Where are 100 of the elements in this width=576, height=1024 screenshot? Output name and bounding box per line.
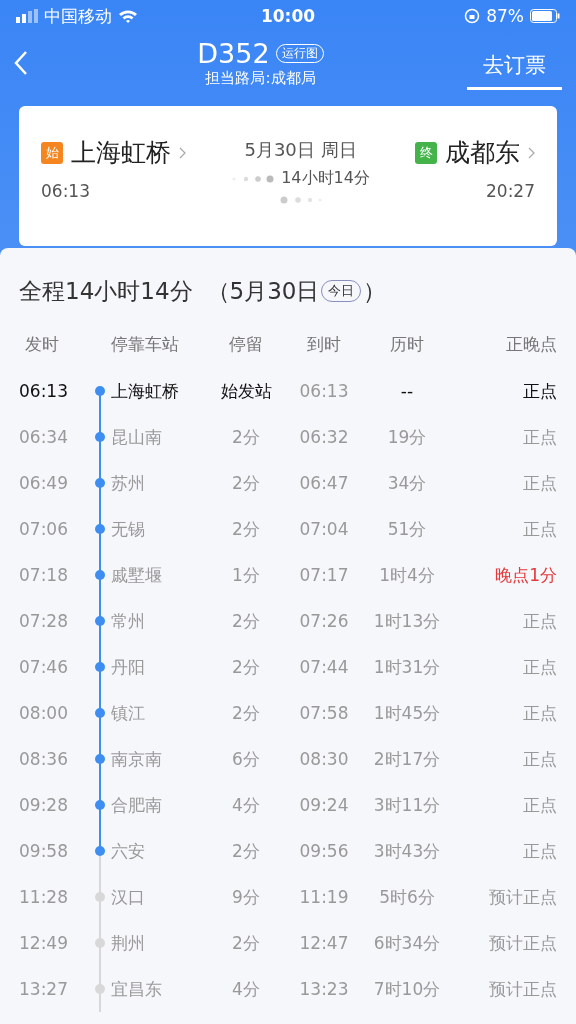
stop-cell-text: 2分 [231,701,261,725]
stop-cell-text: 2分 [231,471,261,495]
status-cell-text: 晚点1分 [494,563,557,587]
departure-cell-text: 06:49 [19,473,69,493]
stop-cell-text: 2分 [231,609,261,633]
stop-cell-text: 2分 [231,517,261,541]
departure-cell-text: 06:34 [19,427,69,447]
departure-cell-text: 07:06 [19,519,69,539]
back-icon[interactable] [14,50,28,76]
stop-cell-text: 4分 [231,793,261,817]
elapsed-cell-text: 3时43分 [372,839,442,863]
status-cell-text: 预计正点 [488,885,557,909]
terminal-tag: 终 [415,141,437,164]
bureau-label: 担当路局:成都局 [205,69,316,88]
departure-cell-text: 12:49 [19,933,69,953]
train-number: D352 [197,38,270,69]
stop-cell-text: 1分 [231,563,261,587]
departure-cell-text: 13:27 [19,979,69,999]
station-cell[interactable]: 上海虹桥 [111,379,211,403]
elapsed-cell-text: 51分 [386,517,428,541]
column-header: 停留 [228,332,264,356]
arrival-cell-text: 07:04 [298,519,350,539]
travel-duration: 14小时14分 [281,168,370,189]
stop-cell-text: 6分 [231,747,261,771]
date-label: （5月30日 [206,276,320,306]
dots-icon [231,173,276,184]
status-cell-text: 正点 [522,839,557,863]
elapsed-cell-text: 5时6分 [378,885,436,909]
column-header: 发时 [24,332,60,356]
column-header: 到时 [306,332,342,356]
status-cell-text: 正点 [522,425,557,449]
elapsed-cell-text: 7时10分 [372,977,442,1001]
status-cell-text: 正点 [522,609,557,633]
stop-cell-text: 4分 [231,977,261,1001]
elapsed-cell-text: 19分 [386,425,428,449]
departure-cell-text: 08:00 [19,703,69,723]
station-cell[interactable]: 苏州 [111,471,211,495]
departure-cell-text: 09:58 [19,841,69,861]
arrival-cell-text: 07:26 [298,611,350,631]
column-header: 停靠车站 [111,332,180,356]
elapsed-cell-text: 34分 [386,471,428,495]
origin-tag: 始 [41,141,63,164]
stop-cell-text: 2分 [231,931,261,955]
status-cell-text: 正点 [522,793,557,817]
terminal-station[interactable]: 成都东 [445,136,520,169]
station-cell[interactable]: 戚墅堰 [111,563,211,587]
station-cell[interactable]: 汉口 [111,885,211,909]
arrival-cell-text: 09:56 [298,841,350,861]
station-cell[interactable]: 宜昌东 [111,977,211,1001]
departure-cell-text: 07:28 [19,611,69,631]
stop-cell-text: 2分 [231,425,261,449]
rotation-lock-icon [464,8,481,24]
elapsed-cell-text: 1时13分 [372,609,442,633]
status-cell-text: 正点 [522,701,557,725]
column-header: 正晚点 [505,332,557,356]
arrival-cell-text: 11:19 [298,887,350,907]
arrival-cell-text: 09:24 [298,795,350,815]
chevron-icon [179,146,186,159]
departure-cell-text: 09:28 [19,795,69,815]
departure-cell-text: 11:28 [19,887,69,907]
total-duration: 全程14小时14分 [19,276,193,306]
status-cell-text: 正点 [522,747,557,771]
arrival-cell-text: 13:23 [298,979,350,999]
dots-icon [278,195,323,205]
station-cell[interactable]: 丹阳 [111,655,211,679]
station-cell[interactable]: 荆州 [111,931,211,955]
station-cell[interactable]: 六安 [111,839,211,863]
carrier-name: 中国移动 [44,4,112,28]
station-cell[interactable]: 昆山南 [111,425,211,449]
status-cell-text: 预计正点 [488,931,557,955]
station-cell[interactable]: 无锡 [111,517,211,541]
chevron-icon [528,146,535,159]
stop-cell-text: 2分 [231,655,261,679]
book-ticket-button[interactable]: 去订票 [467,50,562,90]
station-cell[interactable]: 合肥南 [111,793,211,817]
clock-time: 10:00 [260,6,316,26]
arrival-cell-text: 07:44 [298,657,350,677]
station-cell[interactable]: 常州 [111,609,211,633]
status-cell-text: 预计正点 [488,977,557,1001]
origin-station[interactable]: 上海虹桥 [71,136,171,169]
battery-percent: 87% [486,6,524,26]
stop-cell-text: 始发站 [219,379,273,403]
elapsed-cell-text: 6时34分 [372,931,442,955]
arrival-cell-text: 06:13 [298,381,350,401]
arrival-cell-text: 07:58 [298,703,350,723]
arrival-cell-text: 07:17 [298,565,350,585]
elapsed-cell-text: 1时4分 [378,563,436,587]
station-cell[interactable]: 镇江 [111,701,211,725]
arrival-cell-text: 06:32 [298,427,350,447]
signal-icon [16,9,38,23]
arrival-cell-text: 08:30 [298,749,350,769]
arrival-cell-text: 12:47 [298,933,350,953]
status-cell-text: 正点 [522,655,557,679]
travel-date: 5月30日 周日 [244,138,357,162]
column-header: 历时 [389,332,425,356]
status-cell-text: 正点 [522,379,557,403]
battery-icon [530,9,560,23]
departure-cell-text: 07:46 [19,657,69,677]
wifi-icon [118,8,138,24]
station-cell[interactable]: 南京南 [111,747,211,771]
